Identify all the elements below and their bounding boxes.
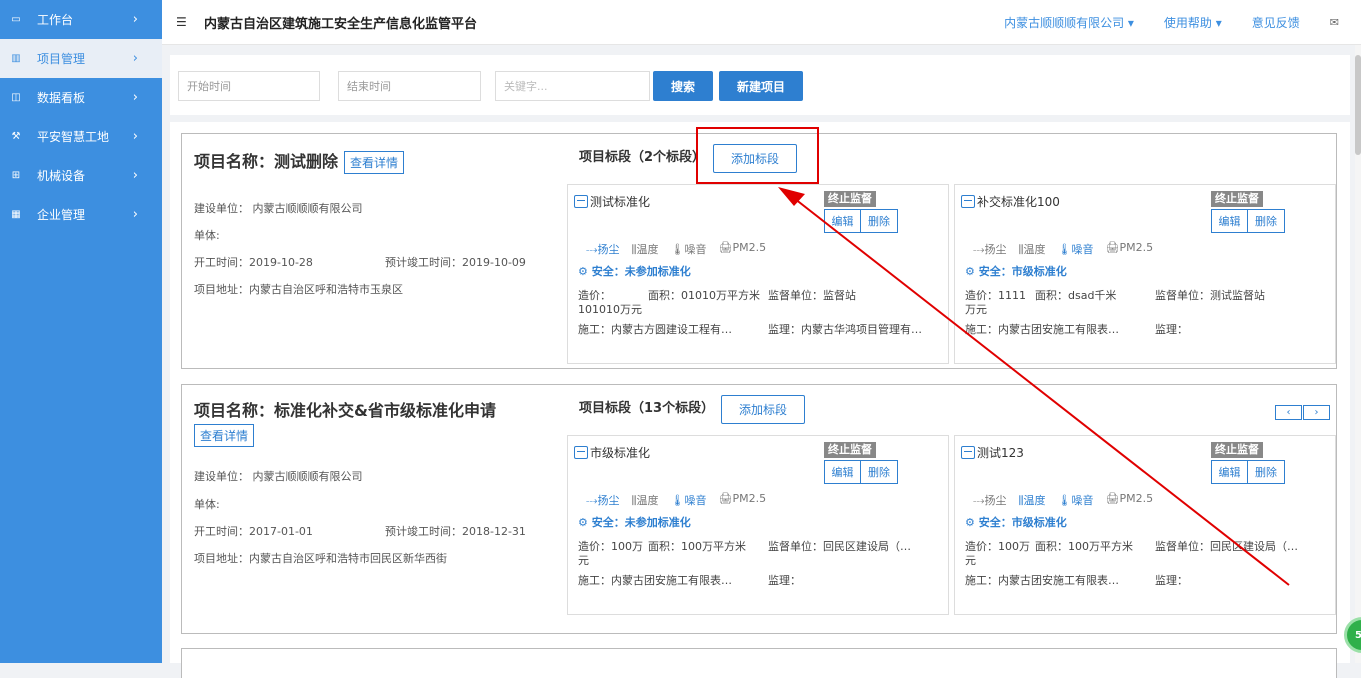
annotation-arrow	[778, 187, 1290, 586]
scrollbar[interactable]	[1355, 45, 1361, 663]
